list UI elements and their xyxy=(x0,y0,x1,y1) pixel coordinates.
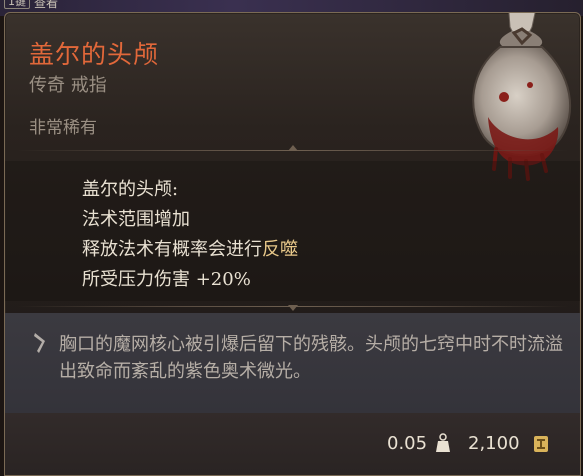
effect-title: 盖尔的头颅: xyxy=(82,179,179,200)
keybind-key: 1键 xyxy=(4,0,30,9)
effect-line: 释放法术有概率会进行反噬 xyxy=(82,239,298,260)
effect-line: 所受压力伤害 +20% xyxy=(82,269,251,290)
item-rarity: 非常稀有 xyxy=(29,118,97,138)
quill-icon xyxy=(34,333,45,353)
section-divider xyxy=(5,301,580,313)
item-price: 2,100 xyxy=(468,433,520,454)
keybind-label: 查看 xyxy=(34,0,59,10)
effect-highlight: 反噬 xyxy=(262,239,298,260)
item-name: 盖尔的头颅 xyxy=(29,40,160,69)
keybind-hint: 1键 查看 xyxy=(4,0,58,10)
effects-section: 盖尔的头颅: 法术范围增加 释放法术有概率会进行反噬 所受压力伤害 +20% xyxy=(5,161,580,301)
item-tooltip: 盖尔的头颅 传奇 戒指 非常稀有 盖尔的头颅: 法术范围增加 释放法术有概率会进… xyxy=(4,12,581,476)
lore-section: 胸口的魔网核心被引爆后留下的残骸。头颅的七窍中时不时流溢出致命而紊乱的紫色奥术微… xyxy=(5,313,580,413)
tooltip-header: 盖尔的头颅 传奇 戒指 非常稀有 xyxy=(5,13,580,181)
section-divider xyxy=(5,145,580,157)
effect-line: 法术范围增加 xyxy=(82,209,190,230)
tooltip-footer: 0.05 2,100 xyxy=(5,413,580,475)
lore-text: 胸口的魔网核心被引爆后留下的残骸。头颅的七窍中时不时流溢出致命而紊乱的紫色奥术微… xyxy=(59,334,563,382)
gold-coin-icon xyxy=(534,436,548,452)
item-weight: 0.05 xyxy=(387,433,428,454)
item-type: 传奇 戒指 xyxy=(29,75,107,96)
weight-icon xyxy=(436,433,450,452)
